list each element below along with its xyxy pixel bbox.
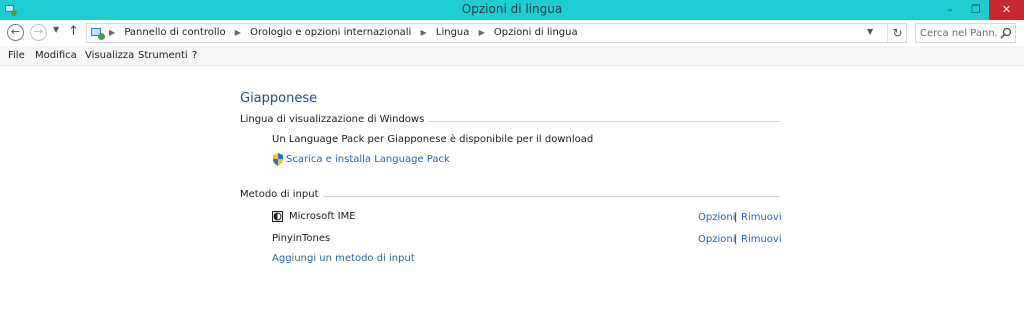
maximize-button[interactable]: ❐: [963, 0, 989, 20]
add-input-method-link[interactable]: Aggiungi un metodo di input: [272, 253, 415, 264]
menu-file[interactable]: File: [8, 50, 25, 61]
breadcrumb-lingua[interactable]: Lingua: [436, 27, 470, 38]
ime-icon: [272, 211, 283, 222]
close-button[interactable]: ✕: [989, 0, 1024, 20]
address-bar[interactable]: ▶ Pannello di controllo ▶ Orologio e opz…: [86, 23, 907, 43]
forward-button[interactable]: →: [30, 24, 47, 41]
link-separator: |: [734, 234, 738, 245]
search-icon[interactable]: [1000, 27, 1012, 39]
remove-link[interactable]: Rimuovi: [741, 212, 782, 223]
minimize-button[interactable]: –: [937, 0, 963, 20]
menu-strumenti[interactable]: Strumenti: [138, 50, 188, 61]
input-method-name: Microsoft IME: [289, 211, 356, 222]
breadcrumb-separator-icon[interactable]: ▶: [421, 28, 427, 37]
search-input[interactable]: [920, 25, 998, 41]
breadcrumb: ▶ Pannello di controllo ▶ Orologio e opz…: [109, 27, 578, 38]
breadcrumb-orologio[interactable]: Orologio e opzioni internazionali: [250, 27, 411, 38]
section-heading: Lingua di visualizzazione di Windows: [240, 114, 429, 125]
navigation-bar: ← → ▼ ↑ ▶ Pannello di controllo ▶ Orolog…: [0, 20, 1024, 46]
input-method-name: PinyinTones: [272, 233, 331, 244]
options-link[interactable]: Opzioni: [698, 212, 735, 223]
control-panel-icon: [91, 28, 105, 40]
recent-locations-icon[interactable]: ▼: [53, 25, 59, 34]
title-bar: Opzioni di lingua – ❐ ✕: [0, 0, 1024, 20]
breadcrumb-pannello[interactable]: Pannello di controllo: [124, 27, 225, 38]
menu-modifica[interactable]: Modifica: [35, 50, 77, 61]
section-heading: Metodo di input: [240, 189, 323, 200]
options-link[interactable]: Opzioni: [698, 234, 735, 245]
display-language-section: Lingua di visualizzazione di Windows: [240, 114, 780, 128]
download-language-pack-link[interactable]: Scarica e installa Language Pack: [286, 154, 450, 165]
link-separator: |: [734, 212, 738, 223]
address-dropdown-icon[interactable]: ▼: [867, 27, 873, 36]
menu-visualizza[interactable]: Visualizza: [85, 50, 134, 61]
back-button[interactable]: ←: [7, 24, 24, 41]
uac-shield-icon: [273, 153, 283, 166]
breadcrumb-separator-icon: ▶: [109, 28, 116, 37]
main-content: Giapponese Lingua di visualizzazione di …: [0, 67, 1024, 323]
refresh-button[interactable]: ↻: [887, 24, 907, 42]
search-box[interactable]: [915, 23, 1016, 43]
page-title: Giapponese: [240, 91, 318, 106]
menu-help[interactable]: ?: [192, 50, 197, 61]
breadcrumb-separator-icon[interactable]: ▶: [479, 28, 485, 37]
remove-link[interactable]: Rimuovi: [741, 234, 782, 245]
up-button[interactable]: ↑: [68, 24, 79, 39]
menu-bar: File Modifica Visualizza Strumenti ?: [0, 46, 1024, 66]
window-title: Opzioni di lingua: [461, 2, 563, 16]
input-method-section: Metodo di input: [240, 189, 780, 203]
breadcrumb-separator-icon[interactable]: ▶: [235, 28, 241, 37]
breadcrumb-opzioni-lingua[interactable]: Opzioni di lingua: [494, 27, 578, 38]
language-pack-message: Un Language Pack per Giapponese è dispon…: [272, 134, 594, 145]
